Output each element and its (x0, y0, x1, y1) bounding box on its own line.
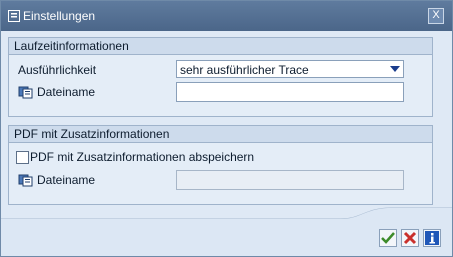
confirm-button[interactable] (379, 229, 397, 247)
runtime-filename-row: Dateiname (9, 82, 432, 102)
detail-level-select[interactable]: sehr ausführlicher Trace (176, 60, 404, 78)
file-icon (18, 174, 33, 187)
pdf-save-row: PDF mit Zusatzinformationen abspeichern (9, 148, 432, 168)
pdf-save-checkbox-label[interactable]: PDF mit Zusatzinformationen abspeichern (30, 150, 254, 164)
runtime-info-group: Laufzeitinformationen Ausführlichkeit se… (8, 37, 433, 117)
pdf-save-checkbox[interactable] (16, 151, 29, 164)
confirm-icon (381, 232, 395, 244)
window-menu-icon[interactable] (8, 10, 20, 22)
chevron-down-icon[interactable] (390, 66, 400, 72)
pdf-filename-row: Dateiname (9, 170, 432, 190)
cancel-button[interactable] (401, 229, 419, 247)
pdf-info-group-title: PDF mit Zusatzinformationen (9, 126, 432, 143)
title-bar[interactable]: Einstellungen X (1, 1, 452, 31)
dialog-title: Einstellungen (23, 9, 96, 23)
detail-level-row: Ausführlichkeit sehr ausführlicher Trace (9, 60, 432, 80)
close-button[interactable]: X (428, 8, 444, 24)
file-icon (18, 86, 33, 99)
runtime-info-group-title: Laufzeitinformationen (9, 38, 432, 55)
cancel-icon (403, 231, 417, 245)
info-icon (425, 231, 439, 245)
pdf-info-group: PDF mit Zusatzinformationen PDF mit Zusa… (8, 125, 433, 205)
runtime-filename-input[interactable] (176, 82, 404, 102)
runtime-filename-label: Dateiname (37, 85, 96, 99)
info-button[interactable] (423, 229, 441, 247)
close-icon: X (432, 9, 440, 21)
detail-level-label: Ausführlichkeit (18, 63, 97, 77)
pdf-filename-input[interactable] (176, 170, 404, 190)
pdf-filename-label: Dateiname (37, 173, 96, 187)
settings-dialog: Einstellungen X Laufzeitinformationen Au… (0, 0, 453, 257)
detail-level-value: sehr ausführlicher Trace (180, 63, 309, 77)
